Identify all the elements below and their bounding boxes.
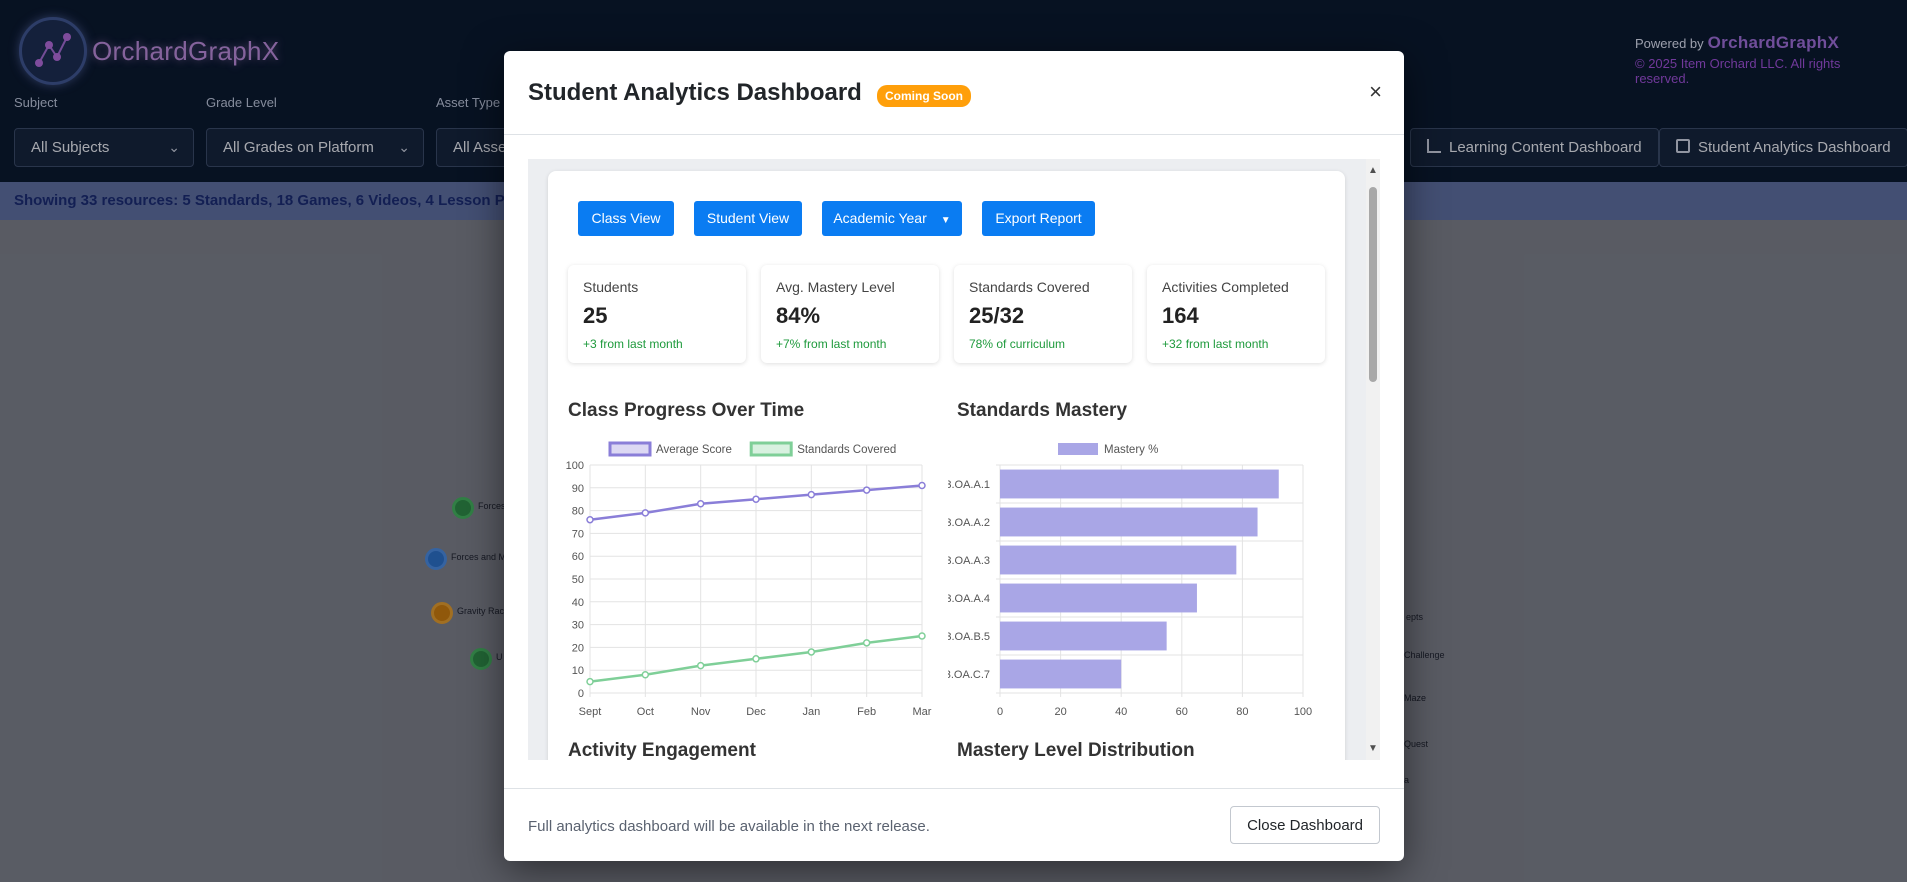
data-point	[641, 509, 650, 517]
analytics-modal: Student Analytics Dashboard Coming Soon …	[504, 51, 1404, 861]
stat-card: Students 25 +3 from last month	[568, 265, 746, 363]
student-view-button[interactable]: Student View	[694, 201, 802, 236]
stat-label: Students	[583, 279, 639, 295]
x-tick-label: Nov	[691, 706, 711, 718]
y-tick-label: 3.OA.B.5	[948, 631, 990, 643]
standards-mastery-chart: 0 20 40 60 80 100 Mastery % 3.OA.A.1 3.OA.A.2 3.O…	[948, 443, 1312, 718]
stat-value: 25/32	[969, 303, 1025, 328]
y-tick-label: 100	[566, 460, 584, 472]
data-point	[918, 481, 926, 490]
y-tick-label: 60	[572, 551, 584, 563]
y-tick-label: 90	[572, 483, 584, 495]
class-progress-chart: 0 10 20 30 40 50 60 70 80 90 100 Sept Oct Nov Dec Jan Fe…	[566, 441, 932, 718]
stat-value: 84%	[776, 303, 821, 328]
modal-footer: Full analytics dashboard will be availab…	[504, 788, 1404, 861]
data-point	[696, 661, 705, 670]
legend-swatch	[1058, 443, 1098, 455]
x-tick-label: Sept	[579, 706, 602, 718]
footer-note: Full analytics dashboard will be availab…	[528, 818, 930, 835]
close-dashboard-button[interactable]: Close Dashboard	[1230, 806, 1380, 844]
academic-year-select[interactable]: Academic Year ▼	[822, 201, 962, 236]
data-point	[641, 671, 650, 679]
legend-swatch	[608, 441, 652, 457]
mastery-distribution-title: Mastery Level Distribution	[957, 740, 1195, 760]
x-tick-label: 100	[1294, 706, 1312, 718]
stat-delta: +7% from last month	[776, 337, 887, 351]
data-point	[862, 639, 871, 647]
x-tick-label: 80	[1236, 706, 1248, 718]
y-tick-label: 3.OA.A.3	[948, 555, 990, 567]
coming-soon-badge: Coming Soon	[877, 85, 971, 107]
stat-card: Standards Covered 25/32 78% of curriculu…	[954, 265, 1132, 363]
x-tick-label: Jan	[802, 706, 820, 718]
chevron-down-icon: ▼	[940, 215, 951, 226]
bar	[1000, 545, 1237, 575]
x-tick-label: 60	[1176, 706, 1188, 718]
close-icon[interactable]: ×	[1369, 79, 1382, 105]
stat-value: 25	[583, 303, 608, 328]
legend-label: Standards Covered	[797, 444, 896, 456]
stat-label: Activities Completed	[1162, 279, 1289, 295]
y-tick-label: 30	[572, 620, 584, 632]
export-report-button[interactable]: Export Report	[982, 201, 1095, 236]
data-point	[918, 632, 926, 640]
legend-label: Average Score	[656, 444, 732, 456]
stat-card: Avg. Mastery Level 84% +7% from last mon…	[761, 265, 939, 363]
data-point	[586, 677, 594, 686]
modal-scroll-area[interactable]: Class View Student View Academic Year ▼ E…	[528, 159, 1368, 760]
data-point	[807, 490, 816, 499]
stat-delta: +3 from last month	[583, 337, 683, 351]
data-point	[586, 515, 594, 524]
x-tick-label: Mar	[913, 706, 932, 718]
legend-swatch	[749, 441, 793, 457]
x-tick-label: 40	[1115, 706, 1127, 718]
legend-label: Mastery %	[1104, 444, 1158, 456]
activity-engagement-title: Activity Engagement	[568, 740, 756, 760]
scrollbar-thumb[interactable]	[1369, 187, 1377, 382]
stat-label: Standards Covered	[969, 279, 1090, 295]
data-point	[752, 495, 760, 503]
y-tick-label: 50	[572, 574, 584, 586]
modal-title: Student Analytics Dashboard	[528, 79, 862, 106]
bar	[1000, 469, 1279, 499]
stat-value: 164	[1162, 303, 1199, 328]
stat-delta: +32 from last month	[1162, 337, 1269, 351]
y-tick-label: 3.OA.A.4	[948, 593, 990, 605]
dashboard-preview: Class View Student View Academic Year ▼ E…	[548, 171, 1345, 760]
y-tick-label: 40	[572, 597, 584, 609]
x-tick-label: Oct	[637, 706, 654, 718]
y-tick-label: 3.OA.C.7	[948, 669, 990, 681]
data-point	[696, 500, 705, 508]
y-tick-label: 20	[572, 642, 584, 654]
x-tick-label: 20	[1054, 706, 1066, 718]
academic-year-label: Academic Year	[833, 210, 927, 226]
y-tick-label: 3.OA.A.1	[948, 479, 990, 491]
mastery-chart-title: Standards Mastery	[957, 400, 1128, 421]
data-point	[862, 486, 871, 494]
bar	[1000, 659, 1122, 689]
bar	[1000, 507, 1258, 537]
y-tick-label: 0	[578, 688, 584, 700]
progress-chart-title: Class Progress Over Time	[568, 400, 805, 421]
bar	[1000, 583, 1197, 613]
modal-header: Student Analytics Dashboard Coming Soon …	[504, 51, 1404, 135]
stat-delta: 78% of curriculum	[969, 337, 1066, 351]
y-tick-label: 10	[572, 665, 584, 677]
scroll-up-icon[interactable]: ▲	[1368, 165, 1378, 176]
class-view-button[interactable]: Class View	[578, 201, 674, 236]
data-point	[807, 648, 816, 656]
bar	[1000, 621, 1167, 651]
x-tick-label: 0	[997, 706, 1003, 718]
data-point	[752, 655, 760, 663]
x-tick-label: Dec	[746, 706, 766, 718]
stat-card: Activities Completed 164 +32 from last m…	[1147, 265, 1325, 363]
y-tick-label: 70	[572, 528, 584, 540]
y-tick-label: 3.OA.A.2	[948, 517, 990, 529]
y-tick-label: 80	[572, 506, 584, 518]
x-tick-label: Feb	[857, 706, 876, 718]
stat-label: Avg. Mastery Level	[776, 279, 895, 295]
scroll-down-icon[interactable]: ▼	[1368, 743, 1378, 754]
